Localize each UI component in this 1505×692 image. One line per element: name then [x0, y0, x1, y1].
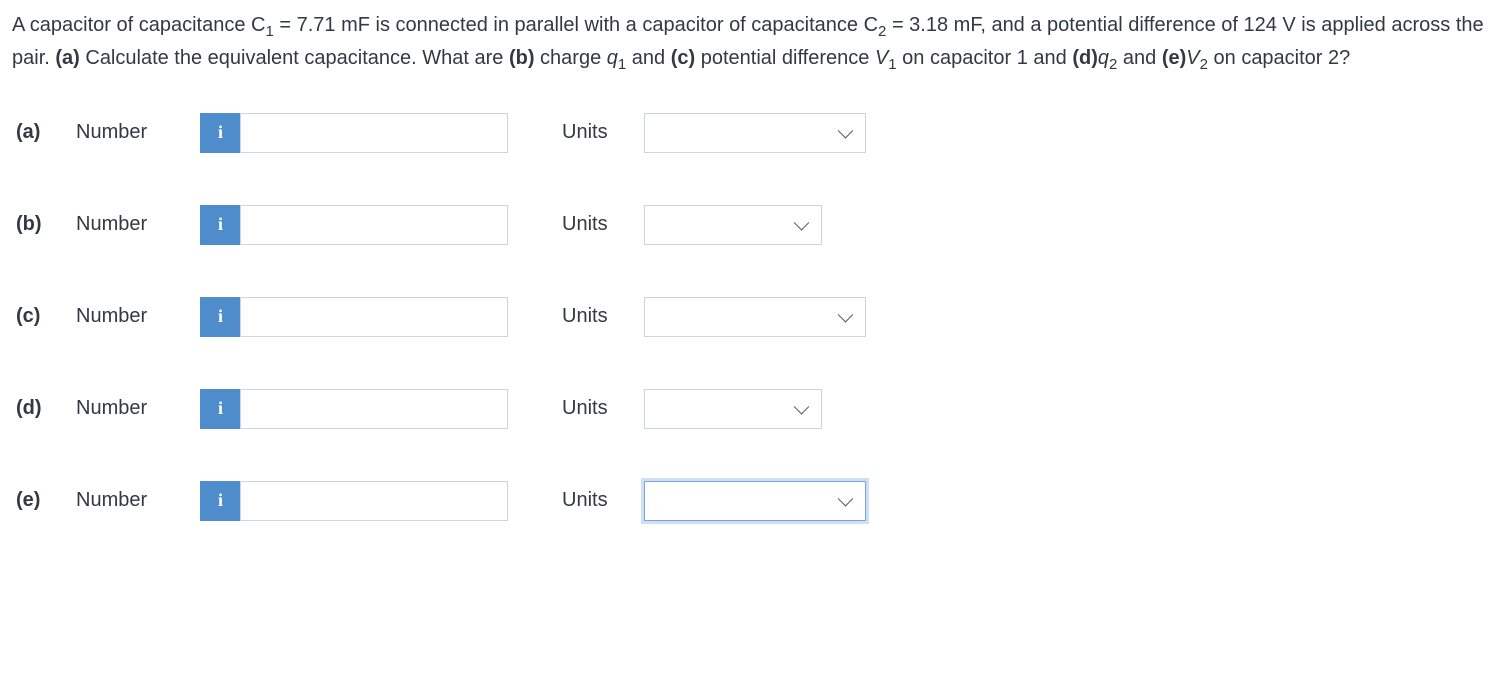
number-label: Number — [76, 301, 200, 332]
number-input-group: i — [200, 205, 508, 245]
answer-row-a: (a)Numberi Units — [12, 113, 1493, 153]
info-icon[interactable]: i — [200, 481, 240, 521]
number-input-group: i — [200, 481, 508, 521]
units-label: Units — [562, 301, 644, 332]
number-input-group: i — [200, 297, 508, 337]
answer-row-e: (e)Numberi Units — [12, 481, 1493, 521]
number-input-group: i — [200, 113, 508, 153]
number-label: Number — [76, 393, 200, 424]
part-label: (d) — [16, 393, 76, 424]
number-input[interactable] — [240, 205, 508, 245]
answer-row-b: (b)Numberi Units — [12, 205, 1493, 245]
number-label: Number — [76, 209, 200, 240]
units-label: Units — [562, 485, 644, 516]
units-label: Units — [562, 393, 644, 424]
info-icon[interactable]: i — [200, 389, 240, 429]
info-icon[interactable]: i — [200, 297, 240, 337]
number-label: Number — [76, 485, 200, 516]
part-label: (a) — [16, 117, 76, 148]
info-icon[interactable]: i — [200, 205, 240, 245]
number-input[interactable] — [240, 113, 508, 153]
part-label: (c) — [16, 301, 76, 332]
info-icon[interactable]: i — [200, 113, 240, 153]
units-label: Units — [562, 117, 644, 148]
units-select[interactable] — [644, 481, 866, 521]
units-select[interactable] — [644, 113, 866, 153]
number-input[interactable] — [240, 297, 508, 337]
answer-row-c: (c)Numberi Units — [12, 297, 1493, 337]
units-select[interactable] — [644, 297, 866, 337]
answer-row-d: (d)Numberi Units — [12, 389, 1493, 429]
number-input-group: i — [200, 389, 508, 429]
part-label: (b) — [16, 209, 76, 240]
number-label: Number — [76, 117, 200, 148]
units-select[interactable] — [644, 205, 822, 245]
units-select[interactable] — [644, 389, 822, 429]
number-input[interactable] — [240, 389, 508, 429]
number-input[interactable] — [240, 481, 508, 521]
part-label: (e) — [16, 485, 76, 516]
units-label: Units — [562, 209, 644, 240]
question-text: A capacitor of capacitance C1 = 7.71 mF … — [12, 10, 1493, 77]
